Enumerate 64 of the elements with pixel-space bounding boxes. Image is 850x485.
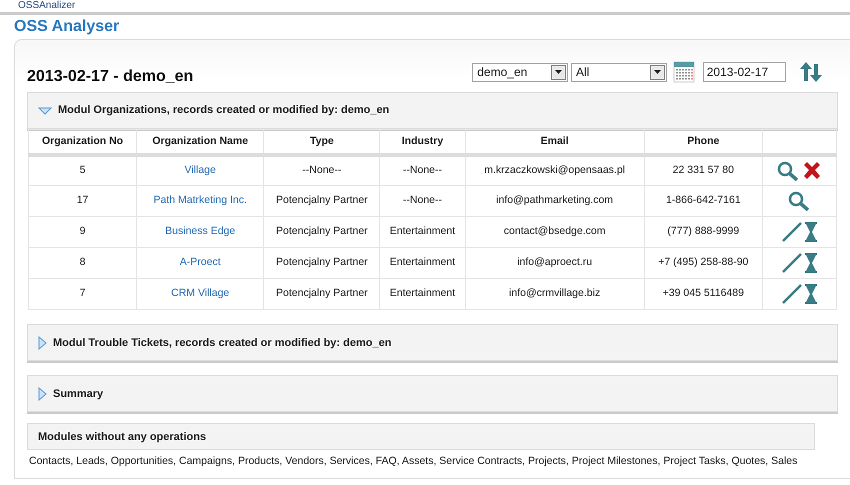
delete-icon[interactable] — [802, 161, 822, 181]
hourglass-icon[interactable] — [804, 284, 817, 304]
table-cell: 1-866-642-7161 — [644, 186, 762, 217]
sort-arrows-icon[interactable] — [800, 62, 822, 82]
organization-link[interactable]: Village — [184, 164, 216, 176]
table-cell: Potencjalny Partner — [264, 278, 380, 310]
table-cell: Entertainment — [380, 278, 466, 310]
column-header: Organization Name — [136, 130, 264, 155]
table-cell: info@aproect.ru — [465, 248, 644, 279]
app-tab[interactable]: OSSAnalizer — [18, 0, 76, 12]
table-cell: --None-- — [380, 186, 466, 217]
table-cell: --None-- — [380, 154, 466, 186]
table-cell: +7 (495) 258-88-90 — [644, 248, 762, 279]
section-header[interactable]: Modul Trouble Tickets, records created or modified by: demo_en — [27, 324, 838, 362]
expand-arrow-icon — [38, 386, 47, 401]
table-cell: contact@bsedge.com — [465, 216, 644, 248]
table-cell: 5 — [28, 154, 137, 186]
table-cell: --None-- — [264, 154, 380, 186]
table-cell: Potencjalny Partner — [264, 186, 380, 217]
app-title: OSS Analyser — [13, 17, 120, 37]
organization-link[interactable]: A-Proect — [180, 256, 221, 268]
table-cell: Potencjalny Partner — [264, 216, 380, 248]
section-title: Modul Trouble Tickets, records created or modified by: demo_en — [53, 336, 392, 350]
table-cell: Entertainment — [380, 216, 466, 248]
hourglass-icon[interactable] — [804, 222, 817, 242]
module-select[interactable]: All — [571, 62, 667, 82]
column-header: Organization No — [28, 130, 137, 155]
user-select[interactable]: demo_en — [472, 62, 568, 82]
calendar-icon[interactable] — [672, 61, 694, 83]
organization-link[interactable]: CRM Village — [171, 287, 230, 300]
pencil-icon[interactable] — [782, 222, 802, 242]
section-header[interactable]: Modul Organizations, records created or modified by: demo_en — [27, 92, 838, 129]
date-field[interactable]: 2013-02-17 — [702, 62, 786, 82]
table-cell: 17 — [28, 186, 137, 217]
table-cell: info@crmvillage.biz — [465, 278, 644, 310]
modules-header: Modules without any operations — [27, 423, 815, 450]
column-header: Type — [264, 130, 380, 155]
table-cell: 9 — [28, 216, 137, 248]
column-header: Industry — [380, 130, 466, 155]
modules-list-text: Contacts, Leads, Opportunities, Campaigns, Products, Vendors, Services, FAQ, Assets, Service Contracts, Projects, Project Milestones, Project Tasks, Quotes, Sales — [28, 454, 798, 470]
column-header: Email — [465, 130, 644, 155]
table-cell: info@pathmarketing.com — [465, 186, 644, 217]
expand-arrow-icon — [38, 336, 47, 350]
hourglass-icon[interactable] — [804, 253, 817, 274]
section-header[interactable]: Summary — [27, 375, 838, 412]
table-cell: m.krzaczkowski@opensaas.pl — [465, 154, 644, 186]
table-cell: 7 — [28, 278, 137, 310]
magnifier-icon[interactable] — [788, 191, 810, 212]
pencil-icon[interactable] — [782, 284, 802, 304]
caret-icon[interactable] — [551, 64, 566, 80]
column-header: Phone — [644, 130, 762, 155]
caret-icon[interactable] — [650, 64, 665, 80]
collapse-arrow-icon — [38, 106, 52, 114]
table-cell: 8 — [28, 248, 137, 279]
table-cell: Entertainment — [380, 248, 466, 279]
table-cell: +39 045 5116489 — [644, 278, 762, 310]
pencil-icon[interactable] — [782, 253, 802, 274]
section-title: Modul Organizations, records created or modified by: demo_en — [58, 103, 390, 118]
section-title: Summary — [53, 386, 104, 402]
table-cell: Potencjalny Partner — [264, 248, 380, 279]
table-cell: (777) 888-9999 — [644, 216, 762, 248]
table-cell: 22 331 57 80 — [644, 154, 762, 186]
report-heading: 2013-02-17 - demo_en — [27, 67, 194, 87]
magnifier-icon[interactable] — [777, 161, 800, 181]
